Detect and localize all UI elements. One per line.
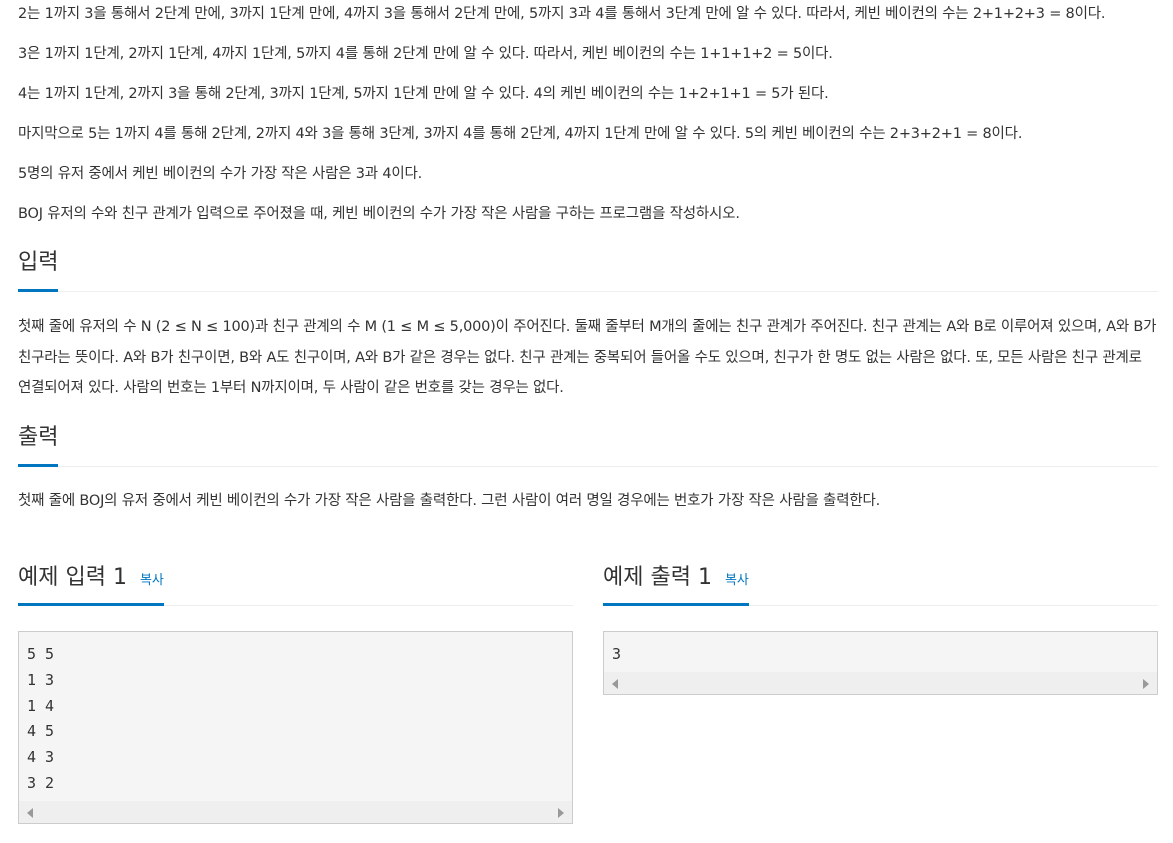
sample-output-title: 예제 출력 1 복사 xyxy=(603,560,749,606)
problem-body: 2는 1까지 3을 통해서 2단계 만에, 3까지 1단계 만에, 4까지 3을… xyxy=(18,0,1158,516)
sample-input-data[interactable]: 5 5 1 3 1 4 4 5 4 3 3 2 xyxy=(18,631,573,824)
input-headline-bar: 입력 xyxy=(18,241,1158,292)
sample-input-panel: 예제 입력 1 복사 5 5 1 3 1 4 4 5 4 3 3 2 xyxy=(18,565,573,824)
sample-output-headline-bar: 예제 출력 1 복사 xyxy=(603,565,1158,606)
copy-sample-input-button[interactable]: 복사 xyxy=(140,573,164,588)
sample-output-title-text: 예제 출력 xyxy=(603,565,691,590)
sample-output-panel: 예제 출력 1 복사 3 xyxy=(603,565,1158,695)
description-paragraph: 마지막으로 5는 1까지 4를 통해 2단계, 2까지 4와 3을 통해 3단계… xyxy=(18,126,1023,142)
description-paragraph: 5명의 유저 중에서 케빈 베이컨의 수가 가장 작은 사람은 3과 4이다. xyxy=(18,166,423,182)
description-paragraph: 4는 1까지 1단계, 2까지 3을 통해 2단계, 3까지 1단계, 5까지 … xyxy=(18,86,829,102)
scroll-left-arrow-icon[interactable] xyxy=(612,678,618,689)
sample-output-text: 3 xyxy=(612,645,622,663)
samples-row: 예제 입력 1 복사 5 5 1 3 1 4 4 5 4 3 3 2 예제 출력… xyxy=(18,565,1158,835)
input-description: 첫째 줄에 유저의 수 N (2 ≤ N ≤ 100)과 친구 관계의 수 M … xyxy=(18,319,1157,396)
description-paragraph: 3은 1까지 1단계, 2까지 1단계, 4까지 1단계, 5까지 4를 통해 … xyxy=(18,46,833,62)
scroll-left-arrow-icon[interactable] xyxy=(27,807,33,818)
horizontal-scrollbar[interactable] xyxy=(604,671,1157,694)
sample-output-data[interactable]: 3 xyxy=(603,631,1158,695)
copy-sample-output-button[interactable]: 복사 xyxy=(725,573,749,588)
output-title: 출력 xyxy=(18,420,59,467)
sample-input-text: 5 5 1 3 1 4 4 5 4 3 3 2 xyxy=(27,645,55,792)
output-headline-bar: 출력 xyxy=(18,416,1158,467)
input-title: 입력 xyxy=(18,245,59,292)
scroll-right-arrow-icon[interactable] xyxy=(1143,678,1149,689)
sample-output-number: 1 xyxy=(697,565,712,590)
sample-input-headline-bar: 예제 입력 1 복사 xyxy=(18,565,573,606)
description-paragraph: 2는 1까지 3을 통해서 2단계 만에, 3까지 1단계 만에, 4까지 3을… xyxy=(18,6,1106,22)
description-paragraph: BOJ 유저의 수와 친구 관계가 입력으로 주어졌을 때, 케빈 베이컨의 수… xyxy=(18,206,740,222)
sample-input-title-text: 예제 입력 xyxy=(18,565,106,590)
problem-description: 2는 1까지 3을 통해서 2단계 만에, 3까지 1단계 만에, 4까지 3을… xyxy=(18,0,1158,229)
sample-input-title: 예제 입력 1 복사 xyxy=(18,560,164,606)
horizontal-scrollbar[interactable] xyxy=(19,800,572,823)
input-section: 입력 첫째 줄에 유저의 수 N (2 ≤ N ≤ 100)과 친구 관계의 수… xyxy=(18,241,1158,404)
scroll-right-arrow-icon[interactable] xyxy=(558,807,564,818)
output-section: 출력 첫째 줄에 BOJ의 유저 중에서 케빈 베이컨의 수가 가장 작은 사람… xyxy=(18,416,1158,516)
sample-input-number: 1 xyxy=(112,565,127,590)
output-description: 첫째 줄에 BOJ의 유저 중에서 케빈 베이컨의 수가 가장 작은 사람을 출… xyxy=(18,492,881,509)
